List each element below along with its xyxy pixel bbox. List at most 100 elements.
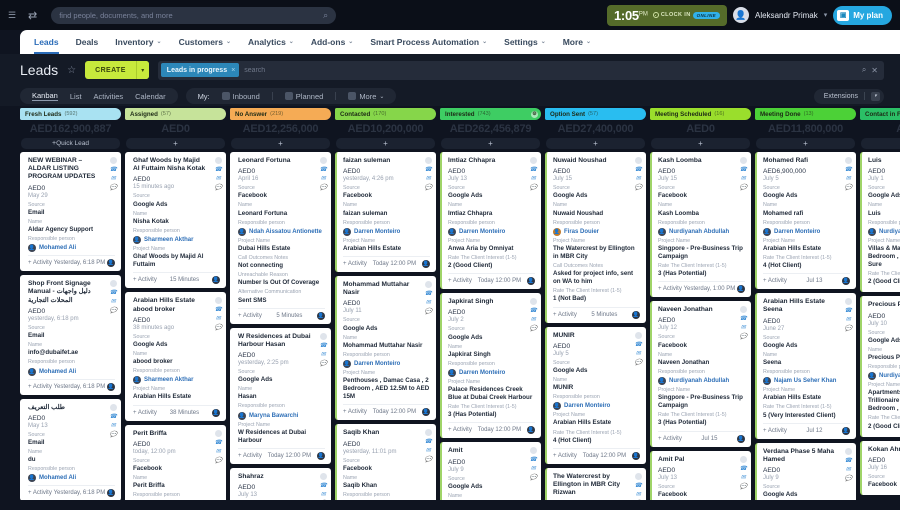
info-icon[interactable]	[635, 157, 642, 164]
responsible-person-name[interactable]: Darren Monteiro	[354, 361, 400, 367]
lead-card[interactable]: ☎✉💬Kokan AhmedAED0July 16SourceFacebook	[860, 441, 900, 495]
phone-icon[interactable]: ☎	[320, 343, 327, 349]
email-icon[interactable]: ✉	[321, 176, 326, 182]
card-title[interactable]: Arabian Hills Estate Seena	[763, 298, 850, 314]
card-title[interactable]: Verdana Phase 5 Maha Hamed	[763, 448, 850, 464]
email-icon[interactable]: ✉	[111, 423, 116, 429]
add-activity-link[interactable]: + Activity	[658, 286, 682, 292]
add-activity-link[interactable]: + Activity	[28, 384, 52, 390]
responsible-person[interactable]: 👤Firas Douier	[553, 228, 640, 236]
email-icon[interactable]: ✉	[216, 316, 221, 322]
info-icon[interactable]	[635, 332, 642, 339]
my-filter-planned[interactable]: Planned	[285, 92, 324, 101]
responsible-person-name[interactable]: Ndah Aissatou Antionette	[249, 229, 322, 235]
card-title[interactable]: Mohamed Rafi	[763, 157, 850, 165]
lead-card[interactable]: ☎✉💬Mohammad Muttahar NasirAED0July 11Sou…	[335, 276, 436, 420]
phone-icon[interactable]: ☎	[110, 167, 117, 173]
my-filter-inbound[interactable]: Inbound	[222, 92, 260, 101]
user-name[interactable]: Aleksandr Primak	[755, 11, 818, 20]
phone-icon[interactable]: ☎	[215, 440, 222, 446]
avatar[interactable]: 👤	[527, 426, 535, 434]
add-card-button[interactable]: +	[126, 138, 225, 149]
chevron-down-icon[interactable]: ▾	[136, 61, 149, 79]
info-icon[interactable]	[530, 447, 537, 454]
column-card-list[interactable]: ☎✉💬Leonard FortunaAED0April 16SourceFace…	[230, 152, 331, 500]
email-icon[interactable]: ✉	[426, 300, 431, 306]
chevron-down-icon[interactable]: ⌄	[586, 30, 591, 54]
comment-icon[interactable]: 💬	[215, 325, 222, 331]
avatar[interactable]: 👤	[632, 311, 640, 319]
responsible-person-name[interactable]: Firas Douier	[564, 229, 599, 235]
avatar[interactable]: 👤	[737, 435, 745, 443]
add-card-button[interactable]: +	[651, 138, 750, 149]
info-icon[interactable]	[635, 473, 642, 480]
phone-icon[interactable]: ☎	[215, 167, 222, 173]
phone-icon[interactable]: ☎	[845, 308, 852, 314]
add-activity-link[interactable]: + Activity	[553, 312, 577, 318]
lead-card[interactable]: ☎✉💬Perit BriffaAED0today, 12:00 pmSource…	[125, 425, 226, 501]
avatar[interactable]: 👤	[317, 312, 325, 320]
card-title[interactable]: Amit	[448, 447, 535, 455]
tab-calendar[interactable]: Calendar	[135, 92, 165, 101]
column-header[interactable]: Meeting Scheduled(16)	[650, 108, 751, 120]
chevron-down-icon[interactable]: ⌄	[348, 30, 353, 54]
card-title[interactable]: Imtiaz Chhapra	[448, 157, 535, 165]
column-card-list[interactable]: ☎✉💬faizan sulemanAED0yesterday, 4:26 pmS…	[335, 152, 436, 500]
global-search[interactable]: ⌕	[51, 7, 336, 24]
info-icon[interactable]	[740, 456, 747, 463]
avatar[interactable]: 👤	[737, 285, 745, 293]
column-header[interactable]: Meeting Done(13)	[755, 108, 856, 120]
responsible-person[interactable]: 👤Sharmeen Akthar	[133, 376, 220, 384]
phone-icon[interactable]: ☎	[425, 291, 432, 297]
filter-chip[interactable]: Leads in progress ×	[161, 63, 239, 77]
filter-search-bar[interactable]: Leads in progress × ⌕ ✕	[158, 61, 884, 80]
phone-icon[interactable]: ☎	[635, 167, 642, 173]
filter-search-input[interactable]	[244, 67, 857, 74]
lead-card[interactable]: ☎✉💬The Watercrest by Ellington in MBR Ci…	[545, 468, 646, 500]
close-icon[interactable]: ✕	[871, 66, 878, 75]
column-card-list[interactable]: ☎✉💬Mohamed RafiAED6,900,000July 5SourceG…	[755, 152, 856, 500]
phone-icon[interactable]: ☎	[110, 290, 117, 296]
avatar[interactable]: 👤	[842, 427, 850, 435]
card-title[interactable]: Shop Front Signage Manual - دليل واجهات …	[28, 280, 115, 305]
create-button[interactable]: CREATE ▾	[85, 61, 149, 79]
email-icon[interactable]: ✉	[111, 299, 116, 305]
add-activity-link[interactable]: + Activity	[28, 260, 52, 266]
comment-icon[interactable]: 💬	[425, 457, 432, 463]
nav-item-analytics[interactable]: Analytics⌄	[248, 30, 294, 54]
info-icon[interactable]	[320, 333, 327, 340]
info-icon[interactable]	[320, 157, 327, 164]
responsible-person-name[interactable]: Mohamed Ali	[39, 369, 76, 375]
responsible-person-name[interactable]: Mohamed Ali	[39, 245, 76, 251]
lead-card[interactable]: ☎✉💬ShahrazAED0July 13SourceGoogle AdsNam…	[230, 468, 331, 500]
quick-lead-button[interactable]: + Quick Lead	[21, 138, 120, 149]
card-title[interactable]: Kash Loomba	[658, 157, 745, 165]
lead-card[interactable]: ☎✉💬Arabian Hills Estate SeenaAED0June 27…	[755, 293, 856, 438]
add-card-button[interactable]: +	[231, 138, 330, 149]
email-icon[interactable]: ✉	[531, 176, 536, 182]
info-icon[interactable]	[215, 430, 222, 437]
phone-icon[interactable]: ☎	[320, 167, 327, 173]
responsible-person-name[interactable]: Darren Monteiro	[459, 370, 505, 376]
card-title[interactable]: Precious Praize	[868, 301, 900, 309]
responsible-person[interactable]: 👤Mohamed Ali	[28, 244, 115, 252]
info-icon[interactable]	[845, 298, 852, 305]
avatar[interactable]: 👤	[632, 452, 640, 460]
phone-icon[interactable]: ☎	[845, 458, 852, 464]
lead-card[interactable]: ☎✉💬Shop Front Signage Manual - دليل واجه…	[20, 275, 121, 394]
nav-item-add-ons[interactable]: Add-ons⌄	[311, 30, 354, 54]
comment-icon[interactable]: 💬	[740, 484, 747, 490]
responsible-person[interactable]: 👤Darren Monteiro	[448, 228, 535, 236]
column-header[interactable]: Interested(743)⚙	[440, 108, 541, 120]
responsible-person[interactable]: 👤Ndah Aissatou Antionette	[238, 228, 325, 236]
info-icon[interactable]	[845, 448, 852, 455]
column-header[interactable]: Contact in Future	[860, 108, 900, 120]
responsible-person-name[interactable]: Maryna Bawarchi	[249, 413, 298, 419]
lead-card[interactable]: ☎✉💬Naveen JonathanAED0July 12SourceFaceb…	[650, 301, 751, 446]
chevron-down-icon[interactable]: ⌄	[226, 30, 231, 54]
card-title[interactable]: Saqib Khan	[343, 429, 430, 437]
lead-card[interactable]: ☎✉💬Leonard FortunaAED0April 16SourceFace…	[230, 152, 331, 324]
responsible-person[interactable]: 👤Maryna Bawarchi	[238, 412, 325, 420]
lead-card[interactable]: ☎✉💬Nuwaid NoushadAED0July 15SourceGoogle…	[545, 152, 646, 323]
comment-icon[interactable]: 💬	[110, 432, 117, 438]
